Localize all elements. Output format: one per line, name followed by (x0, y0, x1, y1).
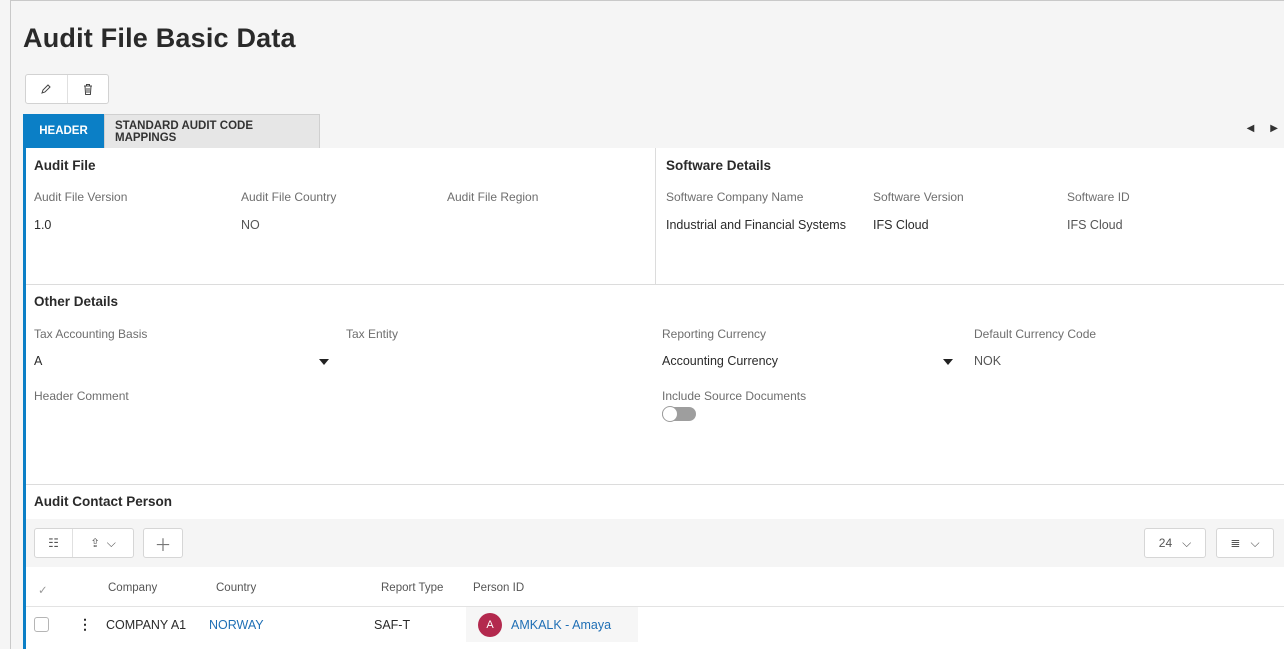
tax-entity-label: Tax Entity (346, 327, 399, 341)
row-checkbox[interactable] (34, 617, 49, 632)
audit-contact-person-title: Audit Contact Person (34, 494, 173, 509)
edit-button[interactable] (26, 75, 67, 103)
view-options-button[interactable]: ≣ ⌵ (1216, 528, 1274, 558)
scroll-right-icon[interactable]: ▶ (1270, 123, 1278, 134)
other-details-group-title: Other Details (34, 294, 119, 309)
column-header-person-id[interactable]: Person ID (473, 582, 524, 594)
tab-bar: HEADER STANDARD AUDIT CODE MAPPINGS (23, 114, 320, 148)
include-source-documents-toggle[interactable] (662, 406, 696, 422)
reporting-currency-select[interactable]: Accounting Currency (662, 348, 962, 372)
default-currency-code-label: Default Currency Code (974, 327, 1097, 341)
software-company-label: Software Company Name (666, 190, 804, 204)
audit-file-group-title: Audit File (34, 158, 96, 173)
software-version-value: IFS Cloud (873, 218, 929, 232)
view-options-chevron-icon: ⌵ (1250, 535, 1260, 550)
trash-icon (83, 83, 92, 95)
pencil-icon (41, 84, 52, 94)
row-report-type: SAF-T (374, 618, 411, 632)
software-details-group-title: Software Details (666, 158, 772, 173)
row-company: COMPANY A1 (106, 618, 187, 632)
audit-file-country-label: Audit File Country (241, 190, 337, 204)
audit-file-country-value: NO (241, 218, 260, 232)
avatar: A (478, 613, 502, 637)
section-divider (26, 284, 1284, 285)
toggle-knob (662, 406, 678, 422)
add-row-button[interactable]: ＋ (143, 528, 183, 558)
group-divider (655, 148, 656, 284)
scroll-left-icon[interactable]: ◀ (1247, 123, 1255, 134)
header-comment-label: Header Comment (34, 389, 129, 403)
column-header-company[interactable]: Company (108, 582, 157, 594)
column-header-report-type[interactable]: Report Type (381, 582, 443, 594)
audit-file-version-value: 1.0 (34, 218, 52, 232)
page-size-chevron-icon: ⌵ (1182, 535, 1192, 550)
section-divider (26, 484, 1284, 485)
tax-accounting-basis-select[interactable]: A (34, 348, 332, 372)
tab-scroll-arrows: ◀ ▶ (1247, 123, 1278, 134)
reporting-currency-dropdown-icon (943, 359, 953, 365)
select-all-check-icon[interactable]: ✓ (38, 583, 48, 597)
density-icon: ≣ (1230, 536, 1241, 550)
page-title: Audit File Basic Data (23, 23, 296, 53)
software-version-label: Software Version (873, 190, 964, 204)
column-header-country[interactable]: Country (216, 582, 256, 594)
software-id-label: Software ID (1067, 190, 1130, 204)
grid-toolbar: ☷ ⇪ ⌵ ＋ 24 ⌵ ≣ ⌵ (26, 519, 1284, 567)
list-actions-group: ☷ ⇪ ⌵ (34, 528, 134, 558)
reporting-currency-label: Reporting Currency (662, 327, 767, 341)
reporting-currency-value: Accounting Currency (662, 354, 779, 368)
record-toolbar (25, 74, 109, 104)
tab-standard-audit-code-mappings[interactable]: STANDARD AUDIT CODE MAPPINGS (104, 114, 320, 148)
export-dropdown-button[interactable]: ⇪ ⌵ (73, 529, 133, 557)
default-currency-code-value: NOK (974, 354, 1002, 368)
audit-file-version-label: Audit File Version (34, 190, 128, 204)
column-chooser-icon[interactable]: ☷ (35, 529, 73, 557)
page-size-value: 24 (1158, 536, 1173, 550)
tax-accounting-basis-value: A (34, 354, 43, 368)
row-person-link[interactable]: AMKALK - Amaya (511, 618, 611, 632)
row-menu-icon[interactable]: ⋮ (78, 616, 92, 633)
page-frame: Audit File Basic Data HEADER STANDARD AU… (10, 0, 1284, 649)
audit-file-region-label: Audit File Region (447, 190, 539, 204)
delete-button[interactable] (66, 75, 108, 103)
tab-header[interactable]: HEADER (23, 114, 104, 148)
software-id-value: IFS Cloud (1067, 218, 1123, 232)
tax-basis-dropdown-icon (319, 359, 329, 365)
page-size-select[interactable]: 24 ⌵ (1144, 528, 1206, 558)
header-panel: Audit File Audit File Version 1.0 Audit … (23, 148, 1284, 649)
row-country-link[interactable]: NORWAY (209, 618, 264, 632)
table-row[interactable]: ⋮ COMPANY A1 NORWAY SAF-T A AMKALK - Ama… (26, 606, 1284, 642)
software-company-value: Industrial and Financial Systems (666, 218, 846, 232)
tax-accounting-basis-label: Tax Accounting Basis (34, 327, 148, 341)
include-source-documents-label: Include Source Documents (662, 389, 807, 403)
